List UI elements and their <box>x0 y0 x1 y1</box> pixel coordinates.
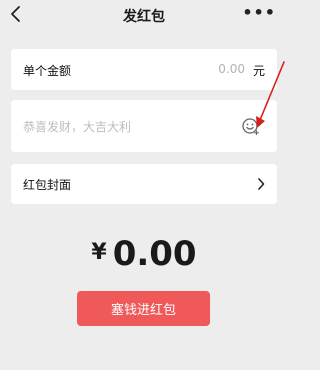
amount-value[interactable]: 0.00 <box>218 62 245 76</box>
submit-button[interactable]: 塞钱进红包 <box>77 291 210 326</box>
chevron-right-icon <box>258 178 265 190</box>
amount-label: 单个金额 <box>23 64 72 78</box>
top-bar: 发红包 ••• <box>0 0 288 32</box>
amount-row[interactable]: 单个金额 0.00 元 <box>11 49 277 90</box>
cover-label: 红包封面 <box>23 178 72 192</box>
more-dots-icon[interactable]: ••• <box>242 3 276 23</box>
currency-symbol: ¥ <box>91 240 107 265</box>
cover-row[interactable]: 红包封面 <box>11 164 277 204</box>
emoji-smile-icon[interactable] <box>241 116 261 136</box>
total-amount: ¥0.00 <box>0 234 288 274</box>
amount-unit: 元 <box>252 64 265 78</box>
greeting-card <box>11 100 277 152</box>
greeting-input[interactable] <box>23 118 233 136</box>
total-value: 0.00 <box>112 234 197 274</box>
